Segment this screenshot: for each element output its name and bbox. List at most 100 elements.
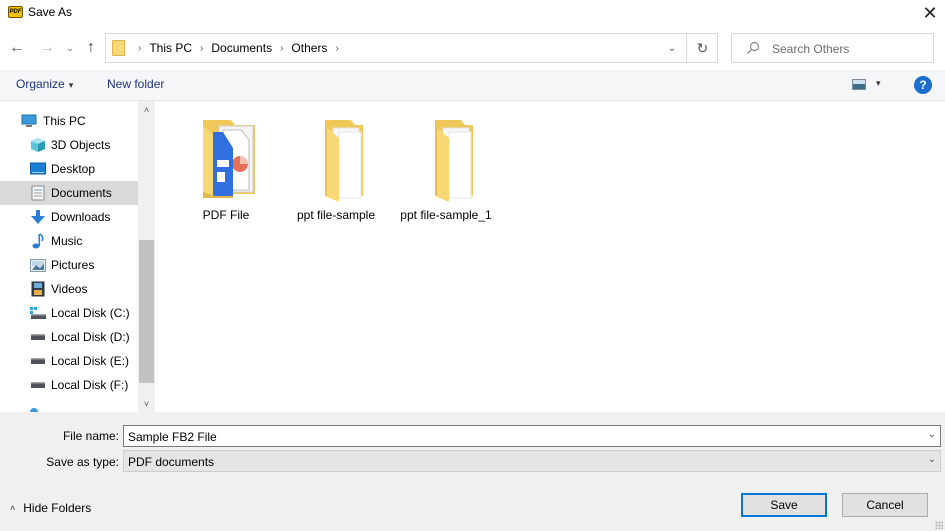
save-button[interactable]: Save [741, 493, 827, 517]
new-folder-button[interactable]: New folder [107, 77, 164, 91]
folder-icon [325, 120, 363, 202]
sidebar-item-local-disk-e[interactable]: Local Disk (E:) [0, 349, 138, 373]
sidebar-item-label: Documents [51, 186, 112, 200]
cube-icon [30, 137, 46, 153]
forward-button[interactable]: → [38, 38, 56, 58]
drive-icon [30, 329, 46, 345]
pdf-app-icon: PDF [8, 6, 23, 18]
navigation-pane: This PC 3D Objects Desktop Documents Dow… [0, 101, 138, 412]
picture-icon [30, 257, 46, 273]
file-name-input[interactable] [128, 428, 918, 445]
chevron-down-icon: ⌄ [927, 454, 936, 465]
document-icon [30, 185, 46, 201]
sidebar-item-label: Pictures [51, 258, 95, 272]
address-history-dropdown[interactable]: ⌄ [659, 34, 685, 62]
sidebar-item-desktop[interactable]: Desktop [0, 157, 138, 181]
folder-icon [112, 40, 125, 56]
sidebar-item-this-pc[interactable]: This PC [0, 109, 138, 133]
up-button[interactable]: ↑ [82, 38, 100, 58]
sidebar-item-label: Videos [51, 282, 88, 296]
navigation-pane-scrollbar[interactable]: ˄ ˅ [138, 101, 155, 412]
chevron-up-icon: ˄ [143, 104, 150, 115]
film-icon [30, 281, 46, 297]
title-bar: PDF Save As ✕ [0, 0, 945, 28]
file-list: PDF File ppt file-sample ppt file-sample… [155, 101, 945, 412]
chevron-down-icon: ⌄ [667, 42, 677, 54]
scroll-up-button[interactable]: ˄ [138, 101, 155, 118]
chevron-down-icon[interactable]: ⌄ [928, 429, 936, 440]
sidebar-item-label: Local Disk (F:) [51, 378, 129, 392]
refresh-button[interactable]: ↻ [686, 34, 718, 62]
breadcrumb-separator-icon[interactable]: › [138, 43, 141, 54]
drive-icon [30, 377, 46, 393]
help-button[interactable]: ? [914, 76, 932, 94]
sidebar-item-local-disk-d[interactable]: Local Disk (D:) [0, 325, 138, 349]
chevron-down-icon: ˅ [143, 398, 150, 409]
desktop-icon [30, 161, 46, 177]
sidebar-item-label: 3D Objects [51, 138, 111, 152]
system-drive-icon [30, 305, 46, 321]
folder-name: PDF File [202, 208, 250, 222]
back-button[interactable]: ← [8, 38, 26, 58]
back-arrow-icon: ← [9, 39, 25, 56]
search-box[interactable] [731, 33, 934, 63]
save-options-panel: File name: ⌄ Save as type: PDF documents… [0, 412, 945, 531]
folder-item-ppt-file-sample[interactable]: ppt file-sample [281, 116, 391, 226]
window-title: Save As [28, 5, 73, 19]
forward-arrow-icon: → [39, 39, 55, 56]
sidebar-item-local-disk-c[interactable]: Local Disk (C:) [0, 301, 138, 325]
organize-button[interactable]: Organize ▾ [16, 77, 73, 91]
sidebar-item-local-disk-f[interactable]: Local Disk (F:) [0, 373, 138, 397]
breadcrumb-separator-icon[interactable]: › [200, 43, 203, 54]
help-icon: ? [919, 78, 927, 92]
sidebar-item-label: Desktop [51, 162, 96, 176]
search-input[interactable] [772, 40, 927, 57]
up-arrow-icon: ↑ [87, 39, 95, 56]
address-bar[interactable]: › This PC › Documents › Others › ⌄ ↻ [105, 33, 718, 63]
scroll-down-button[interactable]: ˅ [138, 395, 155, 412]
sidebar-item-pictures[interactable]: Pictures [0, 253, 138, 277]
sidebar-item-label: Music [51, 234, 83, 248]
breadcrumb-separator-icon[interactable]: › [335, 43, 338, 54]
file-name-combobox[interactable]: ⌄ [123, 425, 941, 447]
save-as-type-label: Save as type: [46, 455, 119, 469]
sidebar-item-3d-objects[interactable]: 3D Objects [0, 133, 138, 157]
close-icon: ✕ [922, 2, 938, 23]
folder-item-pdf-file[interactable]: PDF File [171, 116, 281, 226]
sidebar-item-label: This PC [43, 114, 86, 128]
hide-folders-button[interactable]: ˄ Hide Folders [10, 501, 91, 515]
sidebar-item-label: Local Disk (C:) [51, 306, 130, 320]
save-as-type-select[interactable]: PDF documents ⌄ [123, 450, 941, 472]
breadcrumb-documents[interactable]: Documents [211, 41, 272, 55]
sidebar-item-videos[interactable]: Videos [0, 277, 138, 301]
breadcrumb: › This PC › Documents › Others › [130, 41, 347, 55]
folder-item-ppt-file-sample-1[interactable]: ppt file-sample_1 [391, 116, 501, 226]
breadcrumb-separator-icon[interactable]: › [280, 43, 283, 54]
folder-name: ppt file-sample [296, 208, 376, 222]
download-arrow-icon [30, 209, 46, 225]
sidebar-item-label: Local Disk (E:) [51, 354, 130, 368]
caret-down-icon: ▾ [68, 80, 74, 90]
hide-folders-label: Hide Folders [23, 501, 92, 515]
sidebar-item-documents[interactable]: Documents [0, 181, 138, 205]
breadcrumb-this-pc[interactable]: This PC [149, 41, 192, 55]
recent-locations-button[interactable]: ⌄ [64, 38, 76, 58]
sidebar-item-music[interactable]: Music [0, 229, 138, 253]
cancel-button[interactable]: Cancel [842, 493, 928, 517]
command-toolbar: Organize ▾ New folder ▾ ? [0, 70, 945, 101]
folder-name: ppt file-sample_1 [400, 208, 492, 222]
chevron-up-icon: ˄ [10, 503, 16, 513]
sidebar-item-downloads[interactable]: Downloads [0, 205, 138, 229]
close-button[interactable]: ✕ [915, 0, 945, 26]
organize-label: Organize [16, 77, 65, 91]
change-view-icon[interactable] [852, 79, 866, 90]
view-options-dropdown[interactable]: ▾ [876, 78, 881, 89]
breadcrumb-others[interactable]: Others [291, 41, 327, 55]
scrollbar-thumb[interactable] [139, 240, 154, 383]
computer-icon [21, 113, 37, 129]
save-as-type-value: PDF documents [128, 455, 215, 469]
chevron-down-icon: ⌄ [66, 42, 74, 53]
folder-with-pdf-icon [203, 120, 255, 198]
resize-grip[interactable] [935, 521, 943, 529]
drive-icon [30, 353, 46, 369]
